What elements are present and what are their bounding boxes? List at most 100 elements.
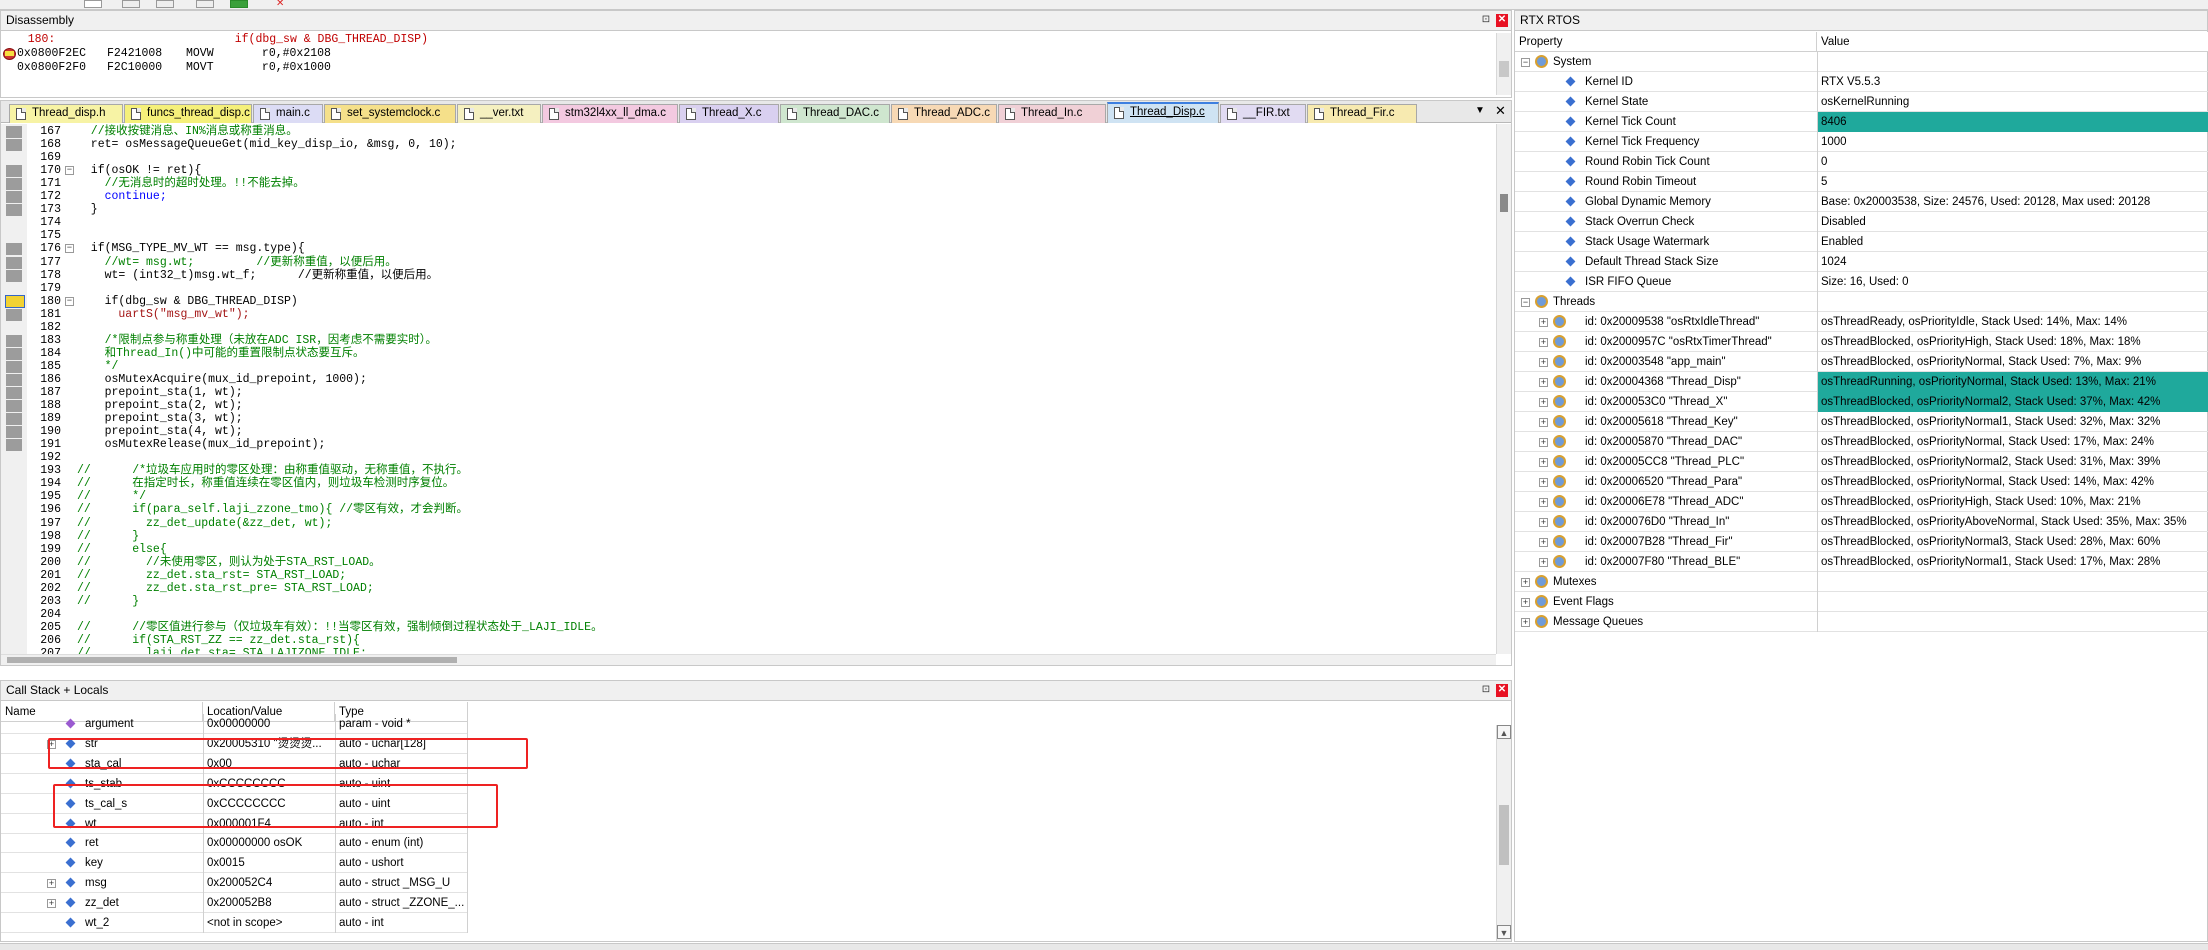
code-line[interactable]: 185 */ <box>1 360 1491 373</box>
scroll-up-arrow-icon[interactable]: ▲ <box>1497 725 1511 739</box>
rtx-property-value[interactable]: osKernelRunning <box>1818 92 2208 112</box>
tab-thread-fir-c[interactable]: Thread_Fir.c <box>1307 104 1417 123</box>
tab-thread-dac-c[interactable]: Thread_DAC.c <box>780 104 890 123</box>
tab-thread-in-c[interactable]: Thread_In.c <box>998 104 1106 123</box>
tab-list-dropdown-icon[interactable]: ▼ <box>1475 105 1485 116</box>
code-line[interactable]: 180− if(dbg_sw & DBG_THREAD_DISP) <box>1 295 1491 308</box>
code-line[interactable]: 205 // //零区值进行参与（仅垃圾车有效）：!!当零区有效，强制倾倒过程状态… <box>1 621 1491 634</box>
rtx-property-value[interactable]: osThreadBlocked, osPriorityNormal, Stack… <box>1818 352 2208 372</box>
expand-icon[interactable]: + <box>1539 418 1548 427</box>
code-line[interactable]: 178 wt= (int32_t)msg.wt_f; //更新称重值，以便后用。 <box>1 269 1491 282</box>
rtx-property-row[interactable]: Stack Overrun Check Disabled <box>1515 212 2208 232</box>
col-header-property[interactable]: Property <box>1515 32 1817 52</box>
rtx-property-row[interactable]: + id: 0x20006520 "Thread_Para" osThreadBlo… <box>1515 472 2208 492</box>
code-line[interactable]: 206 // if(STA_RST_ZZ == zz_det.sta_rst){ <box>1 634 1491 647</box>
rtx-property-row[interactable]: Global Dynamic Memory Base: 0x20003538, S… <box>1515 192 2208 212</box>
rtx-property-value[interactable]: RTX V5.5.3 <box>1818 72 2208 92</box>
expand-icon[interactable]: + <box>1539 398 1548 407</box>
code-line[interactable]: 177 //wt= msg.wt; //更新称重值，以便后用。 <box>1 256 1491 269</box>
locals-row[interactable]: + msg 0x200052C4 auto - struct _MSG_U <box>1 873 468 893</box>
rtx-property-row[interactable]: Kernel Tick Frequency 1000 <box>1515 132 2208 152</box>
rtx-property-value[interactable]: 1024 <box>1818 252 2208 272</box>
scroll-thumb[interactable] <box>1499 61 1509 77</box>
rtx-property-value[interactable]: osThreadRunning, osPriorityNormal, Stack… <box>1818 372 2208 392</box>
rtx-property-value[interactable] <box>1818 52 2208 72</box>
tab-main-c[interactable]: main.c <box>253 104 323 123</box>
rtx-property-row[interactable]: Stack Usage Watermark Enabled <box>1515 232 2208 252</box>
rtx-property-value[interactable]: 8406 <box>1818 112 2208 132</box>
code-line[interactable]: 191 osMutexRelease(mux_id_prepoint); <box>1 438 1491 451</box>
disasm-line-current[interactable]: 0x0800F2EC F2421008 MOVW r0,#0x2108 <box>1 47 1496 61</box>
rtx-property-value[interactable]: 1000 <box>1818 132 2208 152</box>
code-line[interactable]: 179 <box>1 282 1491 295</box>
rtx-property-value[interactable] <box>1818 292 2208 312</box>
rtx-property-value[interactable] <box>1818 572 2208 592</box>
code-line[interactable]: 192 <box>1 451 1491 464</box>
code-line[interactable]: 168 ret= osMessageQueueGet(mid_key_disp_… <box>1 138 1491 151</box>
editor-vscrollbar[interactable] <box>1496 124 1511 654</box>
rtx-group-row[interactable]: + Message Queues <box>1515 612 2208 632</box>
code-line[interactable]: 202 // zz_det.sta_rst_pre= STA_RST_LOAD; <box>1 582 1491 595</box>
rtx-property-row[interactable]: + id: 0x20005CC8 "Thread_PLC" osThreadBloc… <box>1515 452 2208 472</box>
rtx-property-row[interactable]: ISR FIFO Queue Size: 16, Used: 0 <box>1515 272 2208 292</box>
local-value[interactable]: <not in scope> <box>207 913 333 933</box>
local-value[interactable]: 0x00000000 osOK <box>207 833 333 853</box>
fold-toggle-icon[interactable]: − <box>65 297 74 306</box>
tab-fir-txt[interactable]: __FIR.txt <box>1220 104 1306 123</box>
rtx-property-row[interactable]: + id: 0x20006E78 "Thread_ADC" osThreadBloc… <box>1515 492 2208 512</box>
code-line[interactable]: 198 // } <box>1 530 1491 543</box>
tab-ver-txt[interactable]: __ver.txt <box>457 104 541 123</box>
code-line[interactable]: 201 // zz_det.sta_rst= STA_RST_LOAD; <box>1 569 1491 582</box>
rtx-property-row[interactable]: + id: 0x20004368 "Thread_Disp" osThreadRun… <box>1515 372 2208 392</box>
code-line[interactable]: 188 prepoint_sta(2, wt); <box>1 399 1491 412</box>
rtx-property-value[interactable] <box>1818 592 2208 612</box>
stop-icon[interactable]: ✕ <box>276 0 294 9</box>
code-line[interactable]: 181 uartS("msg_mv_wt"); <box>1 308 1491 321</box>
rtx-property-row[interactable]: + id: 0x20009538 "osRtxIdleThread" osThrea… <box>1515 312 2208 332</box>
tab-set-systemclock-c[interactable]: set_systemclock.c <box>324 104 456 123</box>
rtx-property-value[interactable]: osThreadBlocked, osPriorityHigh, Stack U… <box>1818 492 2208 512</box>
tab-thread-adc-c[interactable]: Thread_ADC.c <box>891 104 997 123</box>
local-value[interactable]: 0x200052B8 <box>207 893 333 913</box>
tab-thread-x-c[interactable]: Thread_X.c <box>679 104 779 123</box>
expand-icon[interactable]: + <box>47 879 56 888</box>
rtx-property-value[interactable]: osThreadBlocked, osPriorityNormal2, Stac… <box>1818 452 2208 472</box>
scroll-down-arrow-icon[interactable]: ▼ <box>1497 925 1511 939</box>
expand-icon[interactable]: + <box>1539 478 1548 487</box>
expand-icon[interactable]: + <box>1539 438 1548 447</box>
toolbar-button[interactable] <box>122 0 140 8</box>
rtx-property-value[interactable]: Size: 16, Used: 0 <box>1818 272 2208 292</box>
code-line[interactable]: 196 // if(para_self.laji_zzone_tmo){ //零区… <box>1 503 1491 516</box>
expand-icon[interactable]: + <box>1521 578 1530 587</box>
code-line[interactable]: 170− if(osOK != ret){ <box>1 164 1491 177</box>
code-line[interactable]: 175 <box>1 229 1491 242</box>
rtx-property-value[interactable] <box>1818 612 2208 632</box>
code-line[interactable]: 182 <box>1 321 1491 334</box>
hscroll-thumb[interactable] <box>7 657 457 663</box>
disassembly-scrollbar[interactable] <box>1496 33 1511 95</box>
scroll-thumb[interactable] <box>1500 194 1508 212</box>
collapse-icon[interactable]: − <box>1521 298 1530 307</box>
disasm-line[interactable]: 180: if(dbg_sw & DBG_THREAD_DISP) <box>1 33 1496 47</box>
toolbar-button[interactable] <box>84 0 102 8</box>
rtx-property-row[interactable]: + id: 0x200076D0 "Thread_In" osThreadBlock… <box>1515 512 2208 532</box>
code-line[interactable]: 195 // */ <box>1 490 1491 503</box>
rtx-group-row[interactable]: − System <box>1515 52 2208 72</box>
rtx-property-row[interactable]: + id: 0x200053C0 "Thread_X" osThreadBlocke… <box>1515 392 2208 412</box>
expand-icon[interactable]: + <box>1539 498 1548 507</box>
close-icon[interactable]: ✕ <box>1496 684 1508 697</box>
rtx-property-row[interactable]: Default Thread Stack Size 1024 <box>1515 252 2208 272</box>
callstack-scrollbar[interactable]: ▲ ▼ <box>1496 725 1511 941</box>
rtx-property-value[interactable]: Base: 0x20003538, Size: 24576, Used: 201… <box>1818 192 2208 212</box>
rtx-property-value[interactable]: osThreadBlocked, osPriorityNormal, Stack… <box>1818 432 2208 452</box>
pin-icon[interactable]: ⊡ <box>1480 14 1492 27</box>
locals-row[interactable]: ret 0x00000000 osOK auto - enum (int) <box>1 833 468 853</box>
code-line[interactable]: 169 <box>1 151 1491 164</box>
scroll-thumb[interactable] <box>1499 805 1509 865</box>
rtx-property-row[interactable]: + id: 0x20007F80 "Thread_BLE" osThreadBloc… <box>1515 552 2208 572</box>
rtx-property-value[interactable]: osThreadBlocked, osPriorityNormal, Stack… <box>1818 472 2208 492</box>
rtx-property-row[interactable]: + id: 0x20003548 "app_main" osThreadBlocke… <box>1515 352 2208 372</box>
code-line[interactable]: 183 /*限制点参与称重处理（未放在ADC ISR，因考虑不需要实时）。 <box>1 334 1491 347</box>
expand-icon[interactable]: + <box>47 899 56 908</box>
collapse-icon[interactable]: − <box>1521 58 1530 67</box>
